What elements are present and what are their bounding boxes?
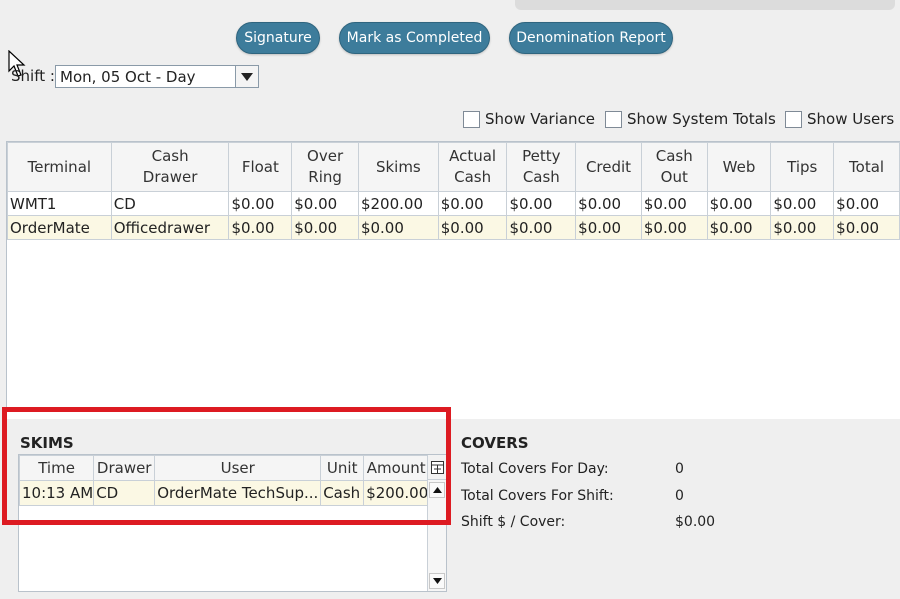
cell-total[interactable]: $0.00 bbox=[833, 215, 900, 240]
cell-over-ring[interactable]: $0.00 bbox=[291, 215, 359, 240]
cell-user[interactable]: OrderMate TechSup... bbox=[154, 480, 322, 506]
cell-cash-out[interactable]: $0.00 bbox=[640, 191, 708, 216]
covers-day-label: Total Covers For Day: bbox=[461, 461, 609, 477]
col-cash-out[interactable]: Cash Out bbox=[640, 142, 708, 192]
col-web[interactable]: Web bbox=[706, 142, 772, 192]
cell-float[interactable]: $0.00 bbox=[228, 215, 293, 240]
col-credit[interactable]: Credit bbox=[575, 142, 642, 192]
cell-over-ring[interactable]: $0.00 bbox=[291, 191, 359, 216]
col-unit[interactable]: Unit bbox=[320, 455, 365, 481]
cell-terminal[interactable]: OrderMate bbox=[7, 215, 112, 240]
covers-shift-value: 0 bbox=[675, 488, 684, 504]
cell-petty-cash[interactable]: $0.00 bbox=[506, 191, 577, 216]
checkbox-box[interactable] bbox=[605, 110, 622, 128]
column-chooser-icon[interactable] bbox=[427, 455, 446, 480]
show-system-totals-label: Show System Totals bbox=[627, 110, 776, 128]
cell-credit[interactable]: $0.00 bbox=[575, 191, 642, 216]
skims-section-title: SKIMS bbox=[20, 434, 74, 452]
scroll-up-icon[interactable] bbox=[429, 482, 445, 498]
cell-float[interactable]: $0.00 bbox=[228, 191, 293, 216]
col-actual-cash[interactable]: Actual Cash bbox=[437, 142, 508, 192]
covers-day-value: 0 bbox=[675, 461, 684, 477]
cell-petty-cash[interactable]: $0.00 bbox=[506, 215, 577, 240]
table-row[interactable]: 10:13 AM CD OrderMate TechSup... Cash $2… bbox=[18, 480, 430, 506]
mark-completed-button[interactable]: Mark as Completed bbox=[339, 22, 490, 54]
signature-button[interactable]: Signature bbox=[236, 22, 320, 54]
col-cash-drawer[interactable]: Cash Drawer bbox=[110, 142, 230, 192]
cell-terminal[interactable]: WMT1 bbox=[7, 191, 112, 216]
col-tips[interactable]: Tips bbox=[770, 142, 835, 192]
col-time[interactable]: Time bbox=[18, 455, 95, 481]
cell-drawer[interactable]: Officedrawer bbox=[110, 215, 230, 240]
show-users-label: Show Users bbox=[807, 110, 895, 128]
show-variance-checkbox[interactable]: Show Variance bbox=[463, 110, 595, 128]
cell-actual-cash[interactable]: $0.00 bbox=[437, 215, 508, 240]
cell-unit[interactable]: Cash bbox=[320, 480, 365, 506]
checkbox-box[interactable] bbox=[785, 110, 802, 128]
cell-time[interactable]: 10:13 AM bbox=[18, 480, 95, 506]
table-row[interactable]: WMT1 CD $0.00 $0.00 $200.00 $0.00 $0.00 … bbox=[7, 191, 900, 216]
checkbox-box[interactable] bbox=[463, 110, 480, 128]
cell-skims[interactable]: $200.00 bbox=[357, 191, 439, 216]
chevron-down-icon[interactable] bbox=[235, 66, 258, 87]
show-variance-label: Show Variance bbox=[485, 110, 596, 128]
cell-tips[interactable]: $0.00 bbox=[770, 191, 835, 216]
cell-drawer[interactable]: CD bbox=[93, 480, 156, 506]
col-terminal[interactable]: Terminal bbox=[7, 142, 112, 192]
table-header-row: Time Drawer User Unit Amount bbox=[18, 455, 430, 481]
show-system-totals-checkbox[interactable]: Show System Totals bbox=[605, 110, 776, 128]
cell-credit[interactable]: $0.00 bbox=[575, 215, 642, 240]
skims-scrollbar[interactable] bbox=[427, 480, 446, 591]
col-float[interactable]: Float bbox=[228, 142, 293, 192]
cell-tips[interactable]: $0.00 bbox=[770, 215, 835, 240]
skims-table[interactable]: Time Drawer User Unit Amount 10:13 AM CD… bbox=[18, 454, 447, 592]
col-total[interactable]: Total bbox=[833, 142, 900, 192]
cell-total[interactable]: $0.00 bbox=[833, 191, 900, 216]
per-cover-value: $0.00 bbox=[675, 514, 716, 530]
col-user[interactable]: User bbox=[154, 455, 322, 481]
table-header-row: Terminal Cash Drawer Float Over Ring Skims… bbox=[7, 142, 900, 192]
denomination-report-button[interactable]: Denomination Report bbox=[509, 22, 673, 54]
cell-cash-out[interactable]: $0.00 bbox=[640, 215, 708, 240]
cell-actual-cash[interactable]: $0.00 bbox=[437, 191, 508, 216]
scroll-down-icon[interactable] bbox=[429, 573, 445, 589]
shift-dropdown[interactable]: Mon, 05 Oct - Day bbox=[55, 65, 259, 88]
covers-shift-label: Total Covers For Shift: bbox=[461, 488, 614, 504]
drawer-summary-table[interactable]: Terminal Cash Drawer Float Over Ring Skims… bbox=[6, 141, 900, 419]
shift-selected-value: Mon, 05 Oct - Day bbox=[60, 67, 196, 86]
col-petty-cash[interactable]: Petty Cash bbox=[506, 142, 577, 192]
table-row[interactable]: OrderMate Officedrawer $0.00 $0.00 $0.00… bbox=[7, 215, 900, 240]
col-skims[interactable]: Skims bbox=[357, 142, 439, 192]
covers-section-title: COVERS bbox=[461, 434, 529, 452]
col-drawer[interactable]: Drawer bbox=[93, 455, 156, 481]
cell-skims[interactable]: $0.00 bbox=[357, 215, 439, 240]
top-field bbox=[515, 0, 895, 10]
col-over-ring[interactable]: Over Ring bbox=[291, 142, 359, 192]
col-amount[interactable]: Amount bbox=[363, 455, 430, 481]
cell-web[interactable]: $0.00 bbox=[706, 191, 772, 216]
per-cover-label: Shift $ / Cover: bbox=[461, 514, 566, 530]
shift-label: Shift : bbox=[11, 67, 55, 85]
cell-web[interactable]: $0.00 bbox=[706, 215, 772, 240]
show-users-checkbox[interactable]: Show Users bbox=[785, 110, 894, 128]
cell-drawer[interactable]: CD bbox=[110, 191, 230, 216]
cell-amount[interactable]: $200.00 bbox=[363, 480, 430, 506]
